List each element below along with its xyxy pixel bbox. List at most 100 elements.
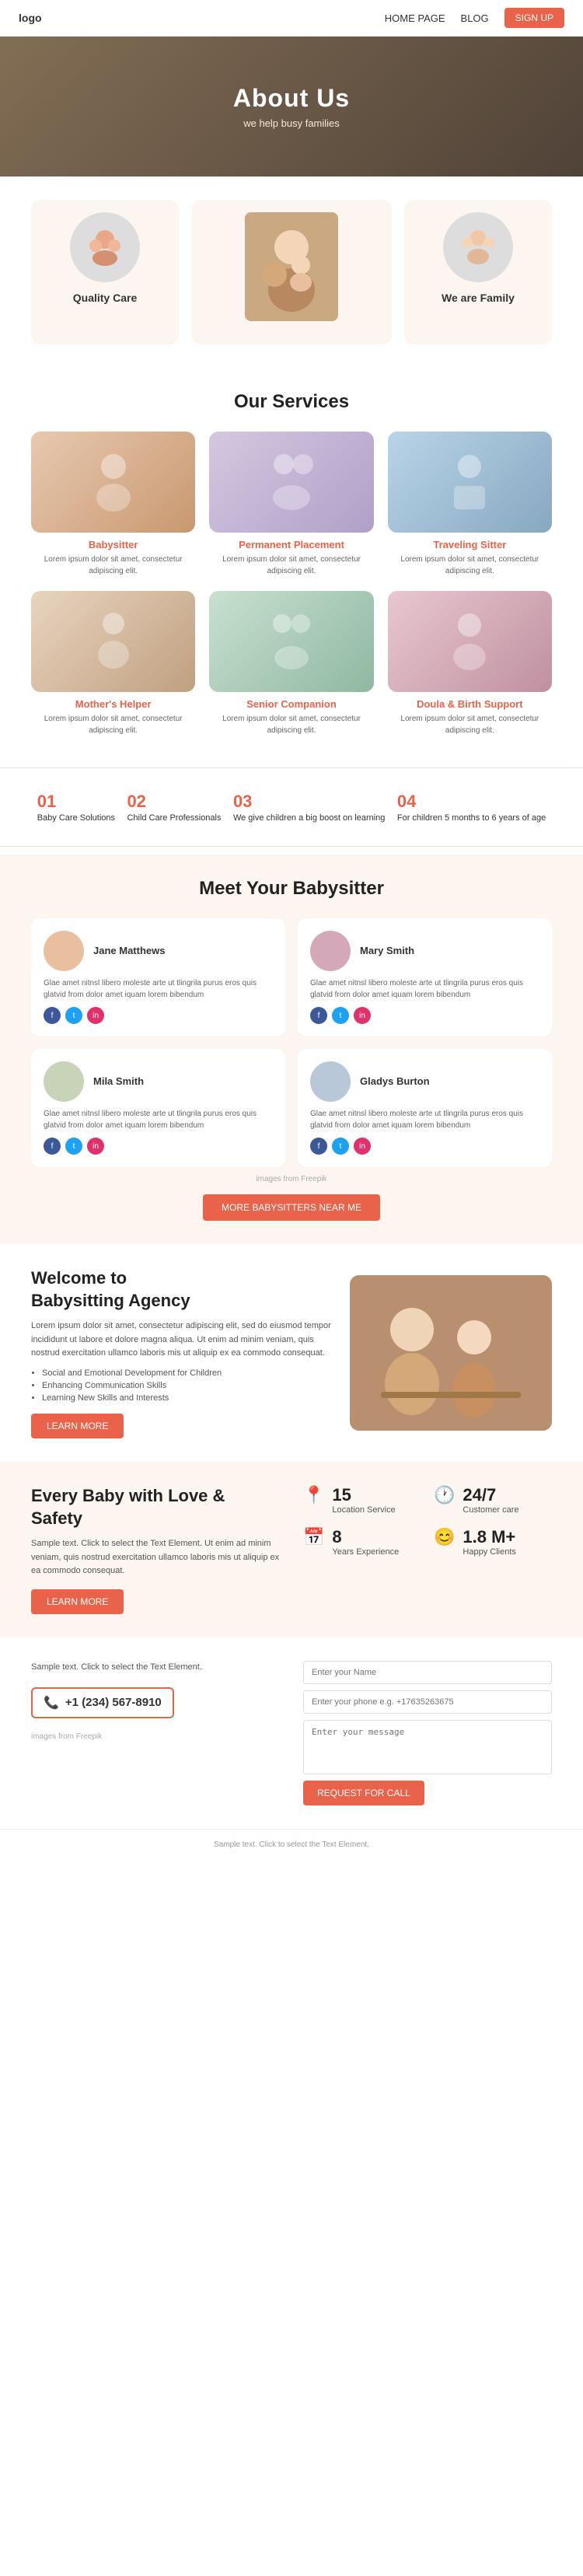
jane-instagram-icon[interactable]: in: [87, 1007, 104, 1024]
clients-num: 1.8 M+: [463, 1527, 515, 1547]
service-traveling-text: Lorem ipsum dolor sit amet, consectetur …: [388, 554, 552, 577]
service-placement-title: Permanent Placement: [209, 539, 373, 551]
footer-left: Sample text. Click to select the Text El…: [31, 1661, 280, 1805]
jane-social: f t in: [44, 1007, 104, 1024]
mary-name: Mary Smith: [360, 945, 414, 956]
quality-care-image: [70, 212, 140, 282]
mila-instagram-icon[interactable]: in: [87, 1138, 104, 1155]
mary-avatar: [310, 931, 351, 971]
more-babysitters-button[interactable]: MORE BABYSITTERS NEAR ME: [203, 1194, 380, 1221]
service-senior-img: [209, 591, 373, 692]
safety-text: Every Baby with Love & Safety Sample tex…: [31, 1485, 280, 1614]
service-doula-title: Doula & Birth Support: [388, 698, 552, 710]
mary-twitter-icon[interactable]: t: [332, 1007, 349, 1024]
service-mother-title: Mother's Helper: [31, 698, 195, 710]
happy-icon: 😊: [434, 1527, 455, 1547]
contact-message-input[interactable]: [303, 1720, 552, 1774]
stat-4-num: 04: [397, 792, 546, 812]
experience-num: 8: [332, 1527, 399, 1547]
babysitter-gladys-top: Gladys Burton: [310, 1061, 430, 1102]
babysitter-jane-top: Jane Matthews: [44, 931, 165, 971]
mary-text: Glae amet nitnsl libero moleste arte ut …: [310, 977, 539, 1001]
babysitter-card-jane: Jane Matthews Glae amet nitnsl libero mo…: [31, 918, 285, 1036]
gladys-twitter-icon[interactable]: t: [332, 1138, 349, 1155]
mary-social: f t in: [310, 1007, 371, 1024]
footer-contact-section: Sample text. Click to select the Text El…: [0, 1638, 583, 1829]
stat-4: 04 For children 5 months to 6 years of a…: [397, 792, 546, 823]
contact-name-input[interactable]: [303, 1661, 552, 1684]
phone-number: +1 (234) 567-8910: [65, 1696, 162, 1709]
stats-row: 01 Baby Care Solutions 02 Child Care Pro…: [0, 767, 583, 847]
nav-home[interactable]: HOME PAGE: [385, 12, 445, 24]
babysitter-mila-top: Mila Smith: [44, 1061, 144, 1102]
stat-4-label: For children 5 months to 6 years of age: [397, 813, 546, 823]
welcome-image: [350, 1275, 552, 1431]
service-doula: Doula & Birth Support Lorem ipsum dolor …: [388, 591, 552, 736]
welcome-bullet-3: Learning New Skills and Interests: [42, 1393, 334, 1403]
gladys-avatar: [310, 1061, 351, 1102]
welcome-intro: Lorem ipsum dolor sit amet, consectetur …: [31, 1319, 334, 1361]
gladys-instagram-icon[interactable]: in: [354, 1138, 371, 1155]
service-placement: Permanent Placement Lorem ipsum dolor si…: [209, 432, 373, 577]
stat-1-num: 01: [37, 792, 115, 812]
request-call-button[interactable]: REQUEST FOR CALL: [303, 1781, 424, 1805]
babysitter-card-mila: Mila Smith Glae amet nitnsl libero moles…: [31, 1049, 285, 1167]
babysitter-section: Meet Your Babysitter Jane Matthews Glae …: [0, 855, 583, 1244]
service-babysitter-img: [31, 432, 195, 533]
nav-blog[interactable]: BLOG: [461, 12, 489, 24]
gladys-social: f t in: [310, 1138, 371, 1155]
service-senior: Senior Companion Lorem ipsum dolor sit a…: [209, 591, 373, 736]
services-heading: Our Services: [31, 391, 552, 413]
babysitter-card-gladys: Gladys Burton Glae amet nitnsl libero mo…: [298, 1049, 552, 1167]
about-card-family: We are Family: [404, 200, 552, 344]
main-nav: HOME PAGE BLOG SIGN UP: [385, 8, 564, 28]
stat-3: 03 We give children a big boost on learn…: [233, 792, 385, 823]
service-traveling-title: Traveling Sitter: [388, 539, 552, 551]
service-babysitter-text: Lorem ipsum dolor sit amet, consectetur …: [31, 554, 195, 577]
service-mother-img: [31, 591, 195, 692]
mary-instagram-icon[interactable]: in: [354, 1007, 371, 1024]
service-traveling: Traveling Sitter Lorem ipsum dolor sit a…: [388, 432, 552, 577]
jane-twitter-icon[interactable]: t: [65, 1007, 82, 1024]
gladys-facebook-icon[interactable]: f: [310, 1138, 327, 1155]
service-doula-img: [388, 591, 552, 692]
mila-avatar: [44, 1061, 84, 1102]
babysitter-mary-top: Mary Smith: [310, 931, 414, 971]
babysitter-heading: Meet Your Babysitter: [31, 878, 552, 900]
babysitter-grid: Jane Matthews Glae amet nitnsl libero mo…: [31, 918, 552, 1167]
hero-section: About Us we help busy families: [0, 37, 583, 177]
safety-stat-customer: 🕐 24/7 Customer care: [434, 1485, 552, 1515]
welcome-heading: Welcome toBabysitting Agency: [31, 1267, 334, 1312]
mila-text: Glae amet nitnsl libero moleste arte ut …: [44, 1108, 273, 1131]
experience-label: Years Experience: [332, 1547, 399, 1557]
safety-heading: Every Baby with Love & Safety: [31, 1485, 280, 1529]
welcome-bullet-2: Enhancing Communication Skills: [42, 1381, 334, 1390]
service-placement-text: Lorem ipsum dolor sit amet, consectetur …: [209, 554, 373, 577]
welcome-learn-button[interactable]: LEARN MORE: [31, 1414, 124, 1438]
signup-button[interactable]: SIGN UP: [504, 8, 564, 28]
calendar-icon: 📅: [303, 1527, 324, 1547]
hero-title: About Us: [233, 84, 350, 113]
safety-learn-button[interactable]: LEARN MORE: [31, 1589, 124, 1614]
jane-avatar: [44, 931, 84, 971]
mary-facebook-icon[interactable]: f: [310, 1007, 327, 1024]
mila-facebook-icon[interactable]: f: [44, 1138, 61, 1155]
safety-stats: 📍 15 Location Service 🕐 24/7 Customer ca…: [303, 1485, 552, 1557]
welcome-text: Welcome toBabysitting Agency Lorem ipsum…: [31, 1267, 350, 1438]
mila-social: f t in: [44, 1138, 104, 1155]
babysitter-card-mary: Mary Smith Glae amet nitnsl libero moles…: [298, 918, 552, 1036]
gladys-name: Gladys Burton: [360, 1075, 430, 1087]
jane-name: Jane Matthews: [93, 945, 165, 956]
jane-text: Glae amet nitnsl libero moleste arte ut …: [44, 977, 273, 1001]
safety-intro: Sample text. Click to select the Text El…: [31, 1537, 280, 1578]
about-cards-section: Quality Care We are Family: [0, 177, 583, 368]
contact-phone-input[interactable]: [303, 1690, 552, 1714]
about-card-center: [191, 200, 392, 344]
location-num: 15: [332, 1485, 395, 1505]
mila-twitter-icon[interactable]: t: [65, 1138, 82, 1155]
service-babysitter: Babysitter Lorem ipsum dolor sit amet, c…: [31, 432, 195, 577]
jane-facebook-icon[interactable]: f: [44, 1007, 61, 1024]
quality-care-title: Quality Care: [73, 292, 137, 304]
stat-1: 01 Baby Care Solutions: [37, 792, 115, 823]
gladys-text: Glae amet nitnsl libero moleste arte ut …: [310, 1108, 539, 1131]
